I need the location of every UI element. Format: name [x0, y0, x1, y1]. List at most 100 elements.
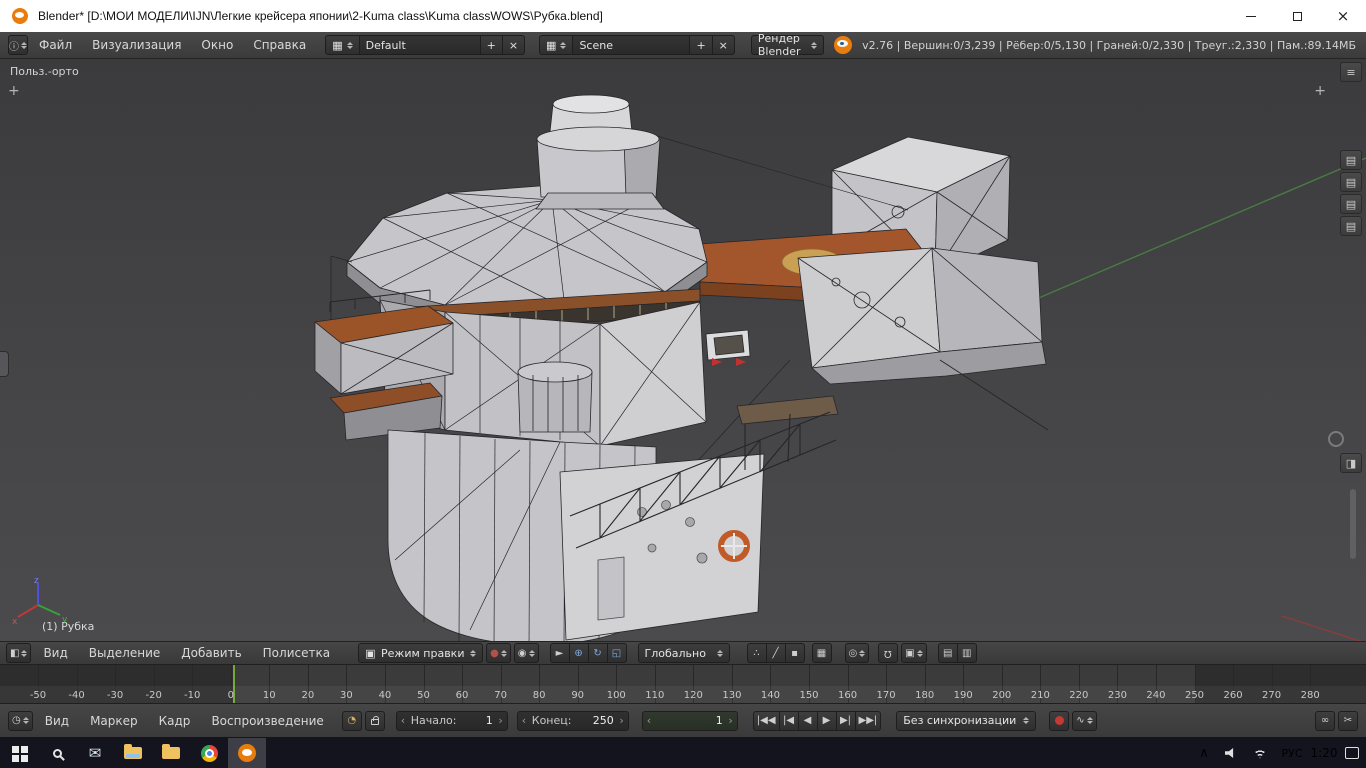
transform-orientation-dropdown[interactable]: Глобально	[638, 643, 730, 663]
viewport-widget-circle[interactable]	[1328, 431, 1344, 447]
taskbar-explorer-button[interactable]	[114, 738, 152, 768]
av-sync-dropdown[interactable]: Без синхронизации	[896, 711, 1036, 731]
network-icon	[1252, 748, 1268, 759]
timeline-ruler[interactable]: -50-40-30-20-100102030405060708090100110…	[0, 686, 1366, 703]
timeline-editor-type-button[interactable]: ◷	[8, 711, 33, 731]
tray-volume-button[interactable]	[1218, 738, 1246, 768]
mode-dropdown[interactable]: ▣ Режим правки	[358, 643, 483, 663]
menu-timeline-view[interactable]: Вид	[36, 711, 78, 731]
viewport-scrollbar[interactable]	[1350, 489, 1356, 559]
frame-end-field[interactable]: Конец: 250	[517, 711, 629, 731]
side-panel-button-1[interactable]: ▤	[1340, 150, 1362, 170]
taskbar-search-button[interactable]	[38, 738, 76, 768]
layout-delete-button[interactable]: ×	[502, 35, 525, 55]
info-editor-type-button[interactable]: ⓘ	[8, 35, 28, 55]
close-x-icon: ×	[509, 39, 518, 52]
view3d-editor-type-button[interactable]: ◧	[6, 643, 31, 663]
face-select-button[interactable]: ▪	[785, 643, 805, 663]
window-titlebar[interactable]: Blender* [D:\МОИ МОДЕЛИ\IJN\Легкие крейс…	[0, 0, 1366, 32]
occlude-geometry-button[interactable]: ▦	[812, 643, 832, 663]
translate-manipulator-button[interactable]: ⊕	[569, 643, 589, 663]
maximize-button[interactable]	[1274, 0, 1320, 32]
current-frame-field[interactable]: 1	[642, 711, 738, 731]
opengl-render-button[interactable]: ▤	[938, 643, 958, 663]
menu-render[interactable]: Визуализация	[83, 35, 190, 55]
jump-to-end-button[interactable]: ▶▶|	[855, 711, 882, 731]
action-center-button[interactable]	[1338, 738, 1366, 768]
snap-toggle-button[interactable]: Ω	[878, 643, 898, 663]
layout-name-field[interactable]: Default	[359, 35, 481, 55]
menu-help[interactable]: Справка	[244, 35, 315, 55]
play-button[interactable]: ▶	[817, 711, 837, 731]
menu-mesh[interactable]: Полисетка	[254, 643, 339, 663]
properties-expand-button[interactable]: +	[1314, 84, 1326, 98]
timeline-tick-label: 210	[1031, 690, 1050, 701]
tray-language-button[interactable]: РУС	[1274, 738, 1310, 768]
folder-icon	[162, 747, 180, 759]
spin-arrows-icon	[470, 647, 476, 660]
layout-browse-button[interactable]: ▦	[325, 35, 359, 55]
vertex-select-button[interactable]: ∴	[747, 643, 767, 663]
opengl-render-anim-button[interactable]: ▥	[957, 643, 977, 663]
rotate-manipulator-button[interactable]: ↻	[588, 643, 608, 663]
render-engine-dropdown[interactable]: Рендер Blender	[751, 35, 824, 55]
layout-add-button[interactable]: +	[480, 35, 503, 55]
panel-right-icon: ◨	[1346, 457, 1356, 470]
preview-range-button[interactable]: ◔	[342, 711, 362, 731]
tray-clock[interactable]: 1:20	[1310, 738, 1338, 768]
tray-network-button[interactable]	[1246, 738, 1274, 768]
scene-browse-button[interactable]: ▦	[539, 35, 573, 55]
taskbar-folder-button[interactable]	[152, 738, 190, 768]
pivot-point-dropdown[interactable]: ◉	[514, 643, 539, 663]
tray-overflow-button[interactable]: ∧	[1190, 738, 1218, 768]
viewport-shading-dropdown[interactable]: ●	[486, 643, 511, 663]
minimize-button[interactable]	[1228, 0, 1274, 32]
scene-delete-button[interactable]: ×	[712, 35, 735, 55]
search-icon	[53, 749, 62, 758]
edge-select-button[interactable]: ╱	[766, 643, 786, 663]
mode-value: Режим правки	[381, 647, 464, 660]
play-reverse-button[interactable]: ◀	[798, 711, 818, 731]
menu-window[interactable]: Окно	[192, 35, 242, 55]
cut-button[interactable]: ✂	[1338, 711, 1358, 731]
scene-add-button[interactable]: +	[689, 35, 712, 55]
taskbar-chrome-button[interactable]	[190, 738, 228, 768]
side-panel-button-5[interactable]: ◨	[1340, 453, 1362, 473]
previous-keyframe-button[interactable]: |◀	[779, 711, 799, 731]
close-button[interactable]: ×	[1320, 0, 1366, 32]
toolshelf-expand-button[interactable]: +	[8, 84, 20, 98]
menu-view[interactable]: Вид	[34, 643, 76, 663]
lock-time-cursor-button[interactable]	[365, 711, 385, 731]
start-button[interactable]	[0, 738, 38, 768]
frame-start-field[interactable]: Начало: 1	[396, 711, 508, 731]
chevron-up-icon: ∧	[1199, 746, 1209, 761]
menu-file[interactable]: Файл	[30, 35, 81, 55]
menu-marker[interactable]: Маркер	[81, 711, 147, 731]
side-panel-button-4[interactable]: ▤	[1340, 216, 1362, 236]
timeline-tick-label: 220	[1069, 690, 1088, 701]
snap-element-dropdown[interactable]: ▣	[901, 643, 926, 663]
auto-keyframe-record-button[interactable]	[1049, 711, 1069, 731]
side-panel-button-2[interactable]: ▤	[1340, 172, 1362, 192]
taskbar-blender-button[interactable]	[228, 738, 266, 768]
menu-playback[interactable]: Воспроизведение	[202, 711, 332, 731]
next-keyframe-button[interactable]: ▶|	[836, 711, 856, 731]
jump-to-start-button[interactable]: |◀◀	[753, 711, 780, 731]
scene-name-field[interactable]: Scene	[572, 35, 690, 55]
timeline-header: ◷ Вид Маркер Кадр Воспроизведение ◔ Нача…	[0, 704, 1366, 738]
menu-frame[interactable]: Кадр	[150, 711, 200, 731]
link-button[interactable]: ∞	[1315, 711, 1335, 731]
viewport-3d-canvas[interactable]	[0, 59, 1366, 641]
scale-manipulator-button[interactable]: ◱	[607, 643, 627, 663]
toolshelf-tab[interactable]	[0, 351, 9, 377]
proportional-edit-dropdown[interactable]: ◎	[845, 643, 870, 663]
timeline-strip[interactable]: -50-40-30-20-100102030405060708090100110…	[0, 665, 1366, 704]
region-menu-button[interactable]: ≡	[1340, 62, 1362, 82]
taskbar-mail-button[interactable]: ✉	[76, 738, 114, 768]
keying-set-dropdown[interactable]: ∿	[1072, 711, 1096, 731]
manipulator-toggle-button[interactable]: ►	[550, 643, 570, 663]
menu-select[interactable]: Выделение	[80, 643, 169, 663]
menu-add[interactable]: Добавить	[172, 643, 250, 663]
side-panel-button-3[interactable]: ▤	[1340, 194, 1362, 214]
viewport-3d[interactable]: Польз.-орто (1) Рубка z x y + + ≡ ▤ ▤ ▤ …	[0, 59, 1366, 641]
